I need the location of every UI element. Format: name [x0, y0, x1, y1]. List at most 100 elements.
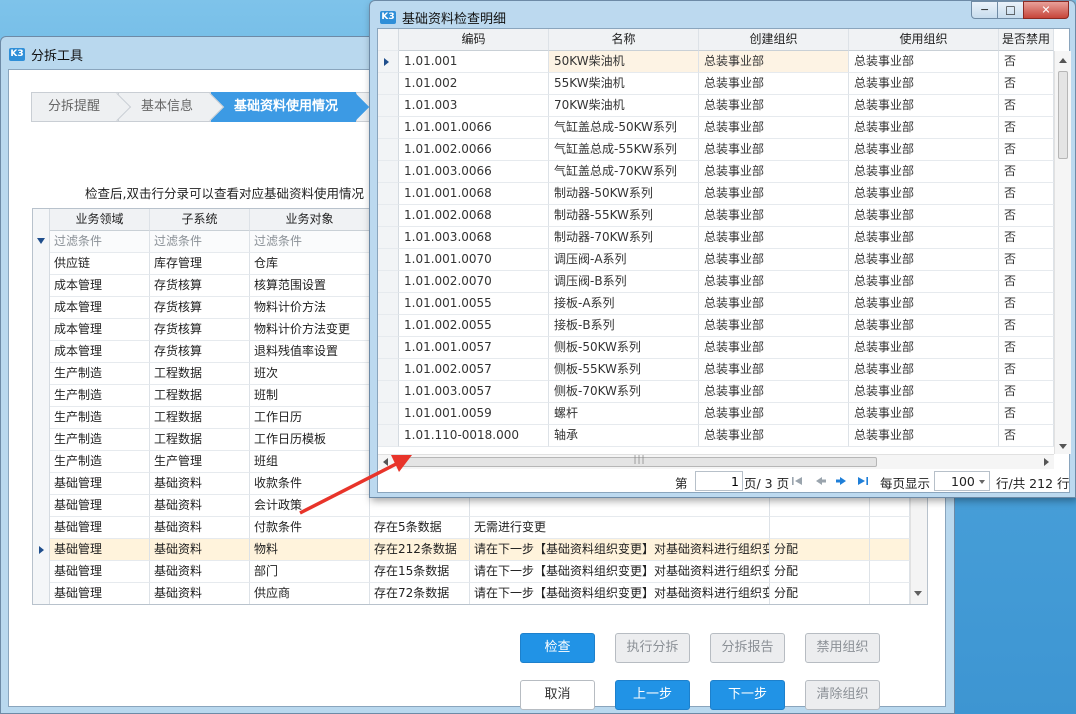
maximize-button[interactable]: □ [997, 1, 1024, 19]
filter-input[interactable]: 过滤条件 [150, 231, 250, 253]
prev-page-icon[interactable] [812, 474, 828, 488]
detail-cell: 否 [999, 73, 1054, 95]
table-cell: 付款条件 [250, 517, 370, 539]
next-page-icon[interactable] [834, 474, 850, 488]
detail-cell: 否 [999, 293, 1054, 315]
check-button[interactable]: 检查 [520, 633, 595, 663]
filter-input[interactable]: 过滤条件 [50, 231, 150, 253]
row-gutter [378, 359, 399, 381]
detail-cell: 55KW柴油机 [549, 73, 699, 95]
page-total: 页/ 3 页 [744, 476, 790, 491]
table-cell: 工程数据 [150, 407, 250, 429]
prev-step-button[interactable]: 上一步 [615, 680, 690, 710]
table-row[interactable]: 基础管理 基础资料 付款条件 存在5条数据 无需进行变更 [33, 517, 927, 539]
table-row[interactable]: 基础管理 基础资料 供应商 存在72条数据 请在下一步【基础资料组织变更】对基础资料进行… [33, 583, 927, 604]
scroll-thumb[interactable]: ||| [402, 455, 877, 467]
detail-cell: 否 [999, 425, 1054, 447]
detail-grid: 编码 名称 创建组织 使用组织 是否禁用 1.01.001 50KW柴油机 总装事业… [378, 29, 1071, 454]
column-header[interactable]: 子系统 [150, 209, 250, 231]
table-row[interactable]: 基础管理 基础资料 部门 存在15条数据 请在下一步【基础资料组织变更】对基础资料进行组… [33, 561, 927, 583]
detail-row[interactable]: 1.01.003.0057 侧板-70KW系列 总装事业部 总装事业部否 [378, 381, 1054, 403]
close-button[interactable]: ✕ [1023, 1, 1069, 19]
current-row-icon [39, 546, 44, 554]
table-cell: 基础管理 [50, 495, 150, 517]
table-cell: 成本管理 [50, 341, 150, 363]
scroll-down-icon[interactable] [1059, 444, 1067, 449]
step-basic-info[interactable]: 基本信息 [118, 92, 225, 122]
detail-cell: 总装事业部 [849, 249, 999, 271]
split-report-button[interactable]: 分拆报告 [710, 633, 785, 663]
detail-cell: 总装事业部 [699, 227, 849, 249]
execute-split-button[interactable]: 执行分拆 [615, 633, 690, 663]
detail-cell: 70KW柴油机 [549, 95, 699, 117]
column-header[interactable]: 名称 [549, 29, 699, 51]
table-cell [770, 517, 870, 539]
row-gutter [378, 249, 399, 271]
detail-row[interactable]: 1.01.001.0055 接板-A系列 总装事业部 总装事业部否 [378, 293, 1054, 315]
main-title-bar: K3 分拆工具 [9, 45, 84, 64]
main-window-title: 分拆工具 [31, 48, 84, 64]
table-cell: 工作日历 [250, 407, 370, 429]
current-row-icon [384, 58, 389, 66]
row-gutter [378, 381, 399, 403]
detail-cell: 总装事业部 [699, 425, 849, 447]
last-page-icon[interactable] [854, 474, 870, 488]
detail-cell: 否 [999, 271, 1054, 293]
detail-row[interactable]: 1.01.002.0068 制动器-55KW系列 总装事业部 总装事业部否 [378, 205, 1054, 227]
detail-row[interactable]: 1.01.002.0057 侧板-55KW系列 总装事业部 总装事业部否 [378, 359, 1054, 381]
row-gutter [378, 117, 399, 139]
cancel-button[interactable]: 取消 [520, 680, 595, 710]
detail-row[interactable]: 1.01.002.0055 接板-B系列 总装事业部 总装事业部否 [378, 315, 1054, 337]
scroll-up-icon[interactable] [1059, 58, 1067, 63]
column-header[interactable]: 编码 [399, 29, 549, 51]
scroll-thumb[interactable] [1058, 71, 1068, 159]
page-number-input[interactable] [695, 471, 743, 491]
step-basic-data-usage[interactable]: 基础资料使用情况 [211, 92, 370, 122]
column-header[interactable]: 创建组织 [699, 29, 849, 51]
detail-row[interactable]: 1.01.001.0070 调压阀-A系列 总装事业部 总装事业部否 [378, 249, 1054, 271]
detail-row[interactable]: 1.01.002.0066 气缸盖总成-55KW系列 总装事业部 总装事业部否 [378, 139, 1054, 161]
column-header[interactable]: 业务对象 [250, 209, 370, 231]
table-row[interactable]: 基础管理 基础资料 会计政策 [33, 495, 927, 517]
detail-cell: 总装事业部 [849, 183, 999, 205]
detail-row[interactable]: 1.01.001.0068 制动器-50KW系列 总装事业部 总装事业部否 [378, 183, 1054, 205]
detail-row[interactable]: 1.01.003.0066 气缸盖总成-70KW系列 总装事业部 总装事业部否 [378, 161, 1054, 183]
detail-row[interactable]: 1.01.001.0059 螺杆 总装事业部 总装事业部否 [378, 403, 1054, 425]
scroll-down-icon[interactable] [914, 591, 922, 596]
detail-row[interactable]: 1.01.002.0070 调压阀-B系列 总装事业部 总装事业部否 [378, 271, 1054, 293]
step-split-reminder[interactable]: 分拆提醒 [31, 92, 132, 122]
scroll-right-icon[interactable] [1044, 458, 1049, 466]
detail-cell: 总装事业部 [699, 117, 849, 139]
detail-row[interactable]: 1.01.003.0068 制动器-70KW系列 总装事业部 总装事业部否 [378, 227, 1054, 249]
column-header[interactable]: 业务领域 [50, 209, 150, 231]
detail-horizontal-scrollbar[interactable]: ||| [378, 454, 1054, 469]
first-page-icon[interactable] [790, 474, 806, 488]
minimize-button[interactable]: ─ [971, 1, 998, 19]
detail-cell: 总装事业部 [849, 271, 999, 293]
detail-row[interactable]: 1.01.001.0066 气缸盖总成-50KW系列 总装事业部 总装事业部否 [378, 117, 1054, 139]
clear-org-button[interactable]: 清除组织 [805, 680, 880, 710]
table-row[interactable]: 基础管理 基础资料 物料 存在212条数据 请在下一步【基础资料组织变更】对基础资料进行… [33, 539, 927, 561]
detail-cell: 否 [999, 315, 1054, 337]
row-gutter [33, 561, 50, 583]
filter-input[interactable]: 过滤条件 [250, 231, 370, 253]
detail-row[interactable]: 1.01.002 55KW柴油机 总装事业部 总装事业部否 [378, 73, 1054, 95]
next-step-button[interactable]: 下一步 [710, 680, 785, 710]
grid-corner [33, 209, 50, 231]
page-size-select[interactable]: 100 [934, 471, 990, 491]
scroll-left-icon[interactable] [383, 458, 388, 466]
detail-cell: 1.01.003 [399, 95, 549, 117]
table-cell: 存在15条数据 [370, 561, 470, 583]
row-gutter [33, 517, 50, 539]
detail-cell: 1.01.001.0070 [399, 249, 549, 271]
detail-vertical-scrollbar[interactable] [1054, 51, 1071, 454]
disable-org-button[interactable]: 禁用组织 [805, 633, 880, 663]
column-header[interactable]: 使用组织 [849, 29, 999, 51]
detail-row[interactable]: 1.01.001.0057 侧板-50KW系列 总装事业部 总装事业部否 [378, 337, 1054, 359]
detail-row[interactable]: 1.01.110-0018.000 轴承 总装事业部 总装事业部否 [378, 425, 1054, 447]
detail-cell: 1.01.002.0057 [399, 359, 549, 381]
detail-row[interactable]: 1.01.001 50KW柴油机 总装事业部 总装事业部否 [378, 51, 1054, 73]
table-cell: 存货核算 [150, 275, 250, 297]
column-header[interactable]: 是否禁用 [999, 29, 1054, 51]
detail-row[interactable]: 1.01.003 70KW柴油机 总装事业部 总装事业部否 [378, 95, 1054, 117]
